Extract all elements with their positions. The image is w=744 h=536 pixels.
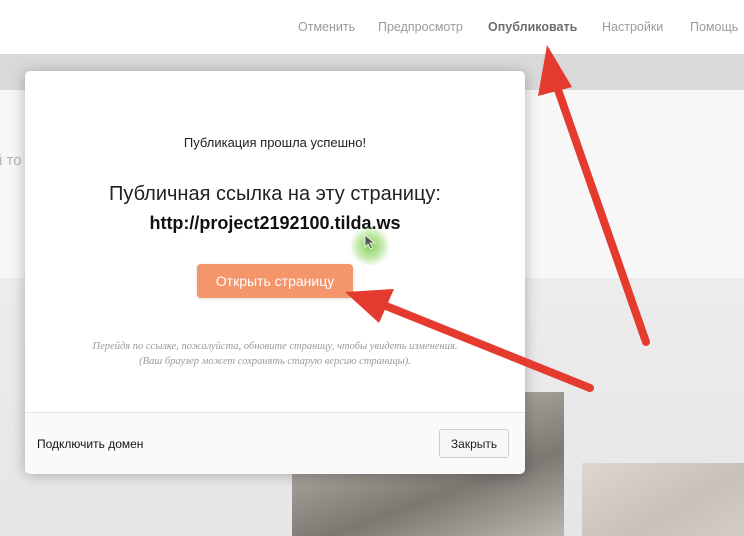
publish-success-modal: Публикация прошла успешно! Публичная ссы… — [25, 71, 525, 474]
background-text: й то — [0, 152, 22, 169]
public-link-url[interactable]: http://project2192100.tilda.ws — [25, 213, 525, 234]
modal-footer: Подключить домен Закрыть — [25, 412, 525, 474]
nav-settings[interactable]: Настройки — [602, 20, 663, 34]
background-photo-secondary — [582, 463, 744, 536]
connect-domain-link[interactable]: Подключить домен — [37, 437, 143, 451]
top-nav-bar: Отменить Предпросмотр Опубликовать Настр… — [0, 0, 744, 54]
mouse-pointer-icon — [364, 234, 376, 250]
open-page-button[interactable]: Открыть страницу — [197, 264, 353, 298]
nav-publish[interactable]: Опубликовать — [488, 20, 577, 34]
success-message: Публикация прошла успешно! — [183, 135, 367, 150]
nav-cancel[interactable]: Отменить — [298, 20, 355, 34]
refresh-hint: Перейдя по ссылке, пожалуйста, обновите … — [92, 341, 458, 367]
close-button[interactable]: Закрыть — [439, 429, 509, 458]
nav-help[interactable]: Помощь — [690, 20, 738, 34]
public-link-label: Публичная ссылка на эту страницу: — [109, 183, 441, 205]
nav-preview[interactable]: Предпросмотр — [378, 20, 463, 34]
